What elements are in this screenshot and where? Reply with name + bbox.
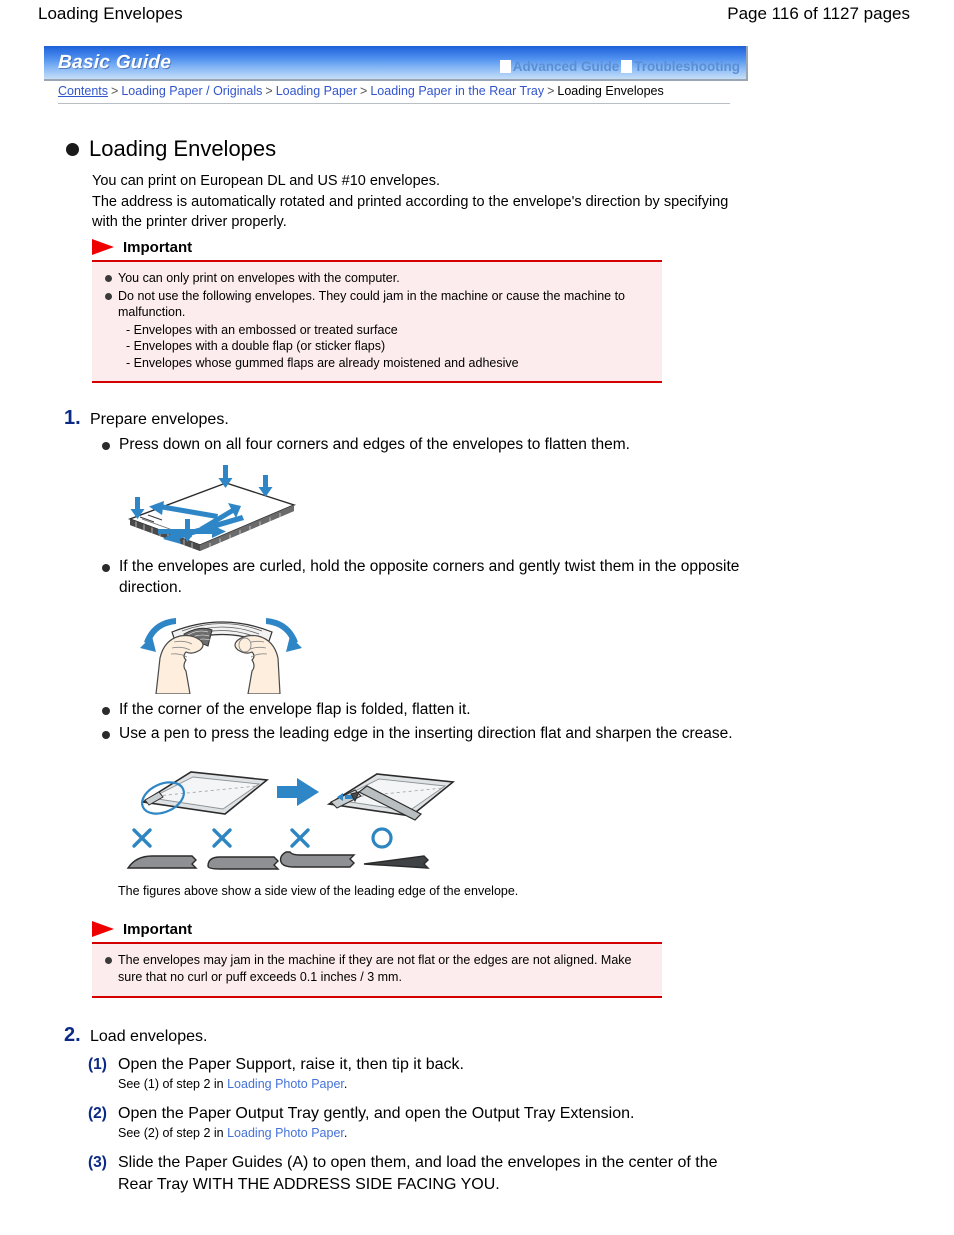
step-1-bullet-2: If the envelopes are curled, hold the op… xyxy=(100,556,740,599)
breadcrumb-separator: > xyxy=(111,84,119,98)
page-title-label: Loading Envelopes xyxy=(89,136,277,161)
substep-1-reference: See (1) of step 2 in Loading Photo Paper… xyxy=(118,1077,748,1091)
advanced-guide-link[interactable]: Advanced Guide xyxy=(499,58,620,74)
important-callout-1: Important You can only print on envelope… xyxy=(92,236,662,383)
step-2: 2. Load envelopes. xyxy=(64,1024,207,1047)
breadcrumb-item-loading-paper-originals[interactable]: Loading Paper / Originals xyxy=(121,84,262,98)
substep-2-reference: See (2) of step 2 in Loading Photo Paper… xyxy=(118,1126,748,1140)
loading-photo-paper-link[interactable]: Loading Photo Paper xyxy=(227,1126,344,1140)
figure-caption: The figures above show a side view of th… xyxy=(118,884,519,898)
see-suffix: . xyxy=(343,1126,348,1141)
banner-links: Advanced Guide Troubleshooting xyxy=(499,52,740,74)
loading-photo-paper-link[interactable]: Loading Photo Paper xyxy=(227,1077,344,1091)
page-title: Loading Envelopes xyxy=(66,136,276,162)
substep-2-number: (2) xyxy=(88,1105,107,1123)
see-prefix: See (1) of step 2 in xyxy=(118,1077,224,1092)
breadcrumb-separator: > xyxy=(265,84,273,98)
document-title: Loading Envelopes xyxy=(38,4,183,23)
important-bullet: You can only print on envelopes with the… xyxy=(102,270,652,287)
see-prefix: See (2) of step 2 in xyxy=(118,1126,224,1141)
intro-line-1: You can print on European DL and US #10 … xyxy=(92,173,440,189)
figure-twist-envelopes-hands xyxy=(138,598,306,699)
step-1: 1. Prepare envelopes. xyxy=(64,407,229,430)
important-bullet-line-2: sure that no curl or puff exceeds 0.1 in… xyxy=(118,969,402,984)
important-bullet: Do not use the following envelopes. They… xyxy=(102,288,652,321)
important-header: Important xyxy=(92,236,662,258)
breadcrumb-separator: > xyxy=(360,84,368,98)
substep-3: (3) Slide the Paper Guides (A) to open t… xyxy=(88,1152,748,1196)
page-header: Loading Envelopes Page 116 of 1127 pages xyxy=(0,0,954,34)
red-flag-icon xyxy=(92,239,114,255)
step-1-heading: 1. Prepare envelopes. xyxy=(64,407,229,430)
troubleshooting-label: Troubleshooting xyxy=(634,58,740,74)
page-counter: Page 116 of 1127 pages xyxy=(727,4,910,23)
troubleshooting-link[interactable]: Troubleshooting xyxy=(621,59,740,74)
important-body: The envelopes may jam in the machine if … xyxy=(92,942,662,998)
important-body: You can only print on envelopes with the… xyxy=(92,260,662,383)
basic-guide-label: Basic Guide xyxy=(57,51,172,73)
step-1-bullet-2-line-1: If the envelopes are curled, hold the op… xyxy=(119,558,677,575)
important-subitem: - Envelopes whose gummed flaps are alrea… xyxy=(126,355,519,370)
important-subitem: - Envelopes with a double flap (or stick… xyxy=(126,339,386,353)
important-title: Important xyxy=(123,238,193,256)
substep-2: (2) Open the Paper Output Tray gently, a… xyxy=(88,1103,748,1125)
step-1-label: Prepare envelopes. xyxy=(90,411,229,428)
substep-1-text: Open the Paper Support, raise it, then t… xyxy=(118,1056,464,1073)
important-header: Important xyxy=(92,918,662,940)
important-callout-2: Important The envelopes may jam in the m… xyxy=(92,918,662,998)
step-2-label: Load envelopes. xyxy=(90,1028,208,1045)
square-bullet-icon xyxy=(499,59,511,73)
important-title: Important xyxy=(123,920,193,938)
important-subitem: - Envelopes with an embossed or treated … xyxy=(126,322,398,337)
step-1-bullet-4: Use a pen to press the leading edge in t… xyxy=(100,723,740,744)
figure-flatten-envelope-stack xyxy=(122,463,302,560)
guide-banner: Basic Guide Advanced Guide Troubleshooti… xyxy=(44,46,748,81)
intro-line-2: The address is automatically rotated and… xyxy=(92,193,729,210)
step-1-bullet-1: Press down on all four corners and edges… xyxy=(100,434,740,455)
substep-3-text: Slide the Paper Guides (A) to open them,… xyxy=(118,1152,748,1196)
breadcrumb-item-loading-paper-rear-tray[interactable]: Loading Paper in the Rear Tray xyxy=(370,84,544,98)
step-2-number: 2. xyxy=(64,1024,81,1046)
substep-1-number: (1) xyxy=(88,1056,107,1073)
intro-text: You can print on European DL and US #10 … xyxy=(92,171,732,233)
breadcrumb-item-contents[interactable]: Contents xyxy=(58,84,108,98)
step-1-bullet-3: If the corner of the envelope flap is fo… xyxy=(100,699,740,720)
breadcrumb: Contents > Loading Paper / Originals > Loadi… xyxy=(58,84,730,104)
step-1-bullet-4-line-1: Use a pen to press the leading edge in t… xyxy=(119,725,678,742)
see-suffix: . xyxy=(343,1077,348,1092)
step-2-heading: 2. Load envelopes. xyxy=(64,1024,207,1047)
bullet-icon xyxy=(66,142,79,156)
important-bullet-line-1: The envelopes may jam in the machine if … xyxy=(118,953,632,967)
red-flag-icon xyxy=(92,921,114,937)
step-1-number: 1. xyxy=(64,407,81,429)
intro-line-3: with the printer driver properly. xyxy=(92,214,287,231)
figure-edge-profiles xyxy=(124,826,474,881)
step-1-bullet-4-line-2: crease. xyxy=(681,725,733,742)
breadcrumb-item-loading-paper[interactable]: Loading Paper xyxy=(276,84,357,98)
substep-3-number: (3) xyxy=(88,1154,107,1172)
substep-1: (1) Open the Paper Support, raise it, th… xyxy=(88,1054,748,1076)
substep-2-text: Open the Paper Output Tray gently, and o… xyxy=(118,1105,635,1123)
figure-pen-crease-envelope xyxy=(133,762,463,829)
step-2-substeps: (1) Open the Paper Support, raise it, th… xyxy=(88,1054,748,1196)
breadcrumb-item-current: Loading Envelopes xyxy=(557,84,664,98)
advanced-guide-label: Advanced Guide xyxy=(512,58,620,74)
square-bullet-icon xyxy=(621,59,633,73)
important-bullet: The envelopes may jam in the machine if … xyxy=(102,952,652,985)
substep-3-line-1: Slide the Paper Guides (A) to open them,… xyxy=(118,1154,691,1172)
breadcrumb-separator: > xyxy=(547,84,555,98)
